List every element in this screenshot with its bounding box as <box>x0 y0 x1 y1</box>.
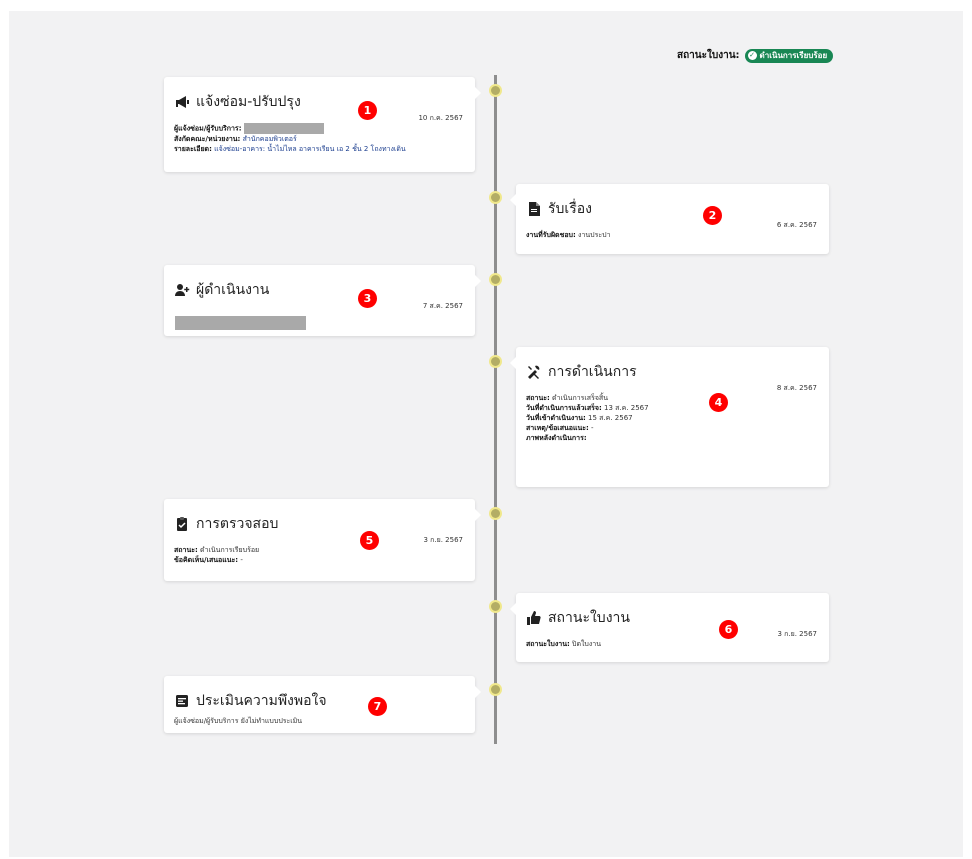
megaphone-icon <box>176 96 189 108</box>
card-operation-title-text: การดำเนินการ <box>548 364 637 380</box>
card-operator-title: ผู้ดำเนินงาน <box>174 279 465 301</box>
card-jobstatus-date: 3 ก.ย. 2567 <box>777 630 817 638</box>
file-icon <box>529 202 540 216</box>
done-date-line: วันที่ดำเนินการแล้วเสร็จ: 13 ส.ค. 2567 <box>526 404 649 412</box>
marker-1: 1 <box>358 101 377 120</box>
card-inspect-date: 3 ก.ย. 2567 <box>423 536 463 544</box>
photo-line: ภาพหลังดำเนินการ: <box>526 434 587 442</box>
inspect-comment-line: ข้อคิดเห็น/เสนอแนะ: - <box>174 556 243 564</box>
check-circle-icon: ✓ <box>747 51 757 60</box>
marker-7: 7 <box>368 697 387 716</box>
dept-line: สังกัดคณะ/หน่วยงาน: สำนักคอมพิวเตอร์ <box>174 135 297 143</box>
marker-3: 3 <box>358 289 377 308</box>
redacted-operator <box>175 316 306 330</box>
responsible-line: งานที่รับผิดชอบ: งานประปา <box>526 231 611 239</box>
thumbs-up-icon <box>527 611 541 625</box>
card-operator-date: 7 ส.ค. 2567 <box>422 302 463 310</box>
timeline-dot-5 <box>489 507 502 520</box>
card-jobstatus-title: สถานะใบงาน <box>526 607 819 629</box>
card-jobstatus-title-text: สถานะใบงาน <box>548 610 630 626</box>
card-inspect: การตรวจสอบ 3 ก.ย. 2567 สถานะ: ดำเนินการเ… <box>164 499 481 581</box>
card-report-date: 10 ก.ค. 2567 <box>418 114 463 122</box>
card-satisfaction-title-text: ประเมินความพึงพอใจ <box>196 693 327 709</box>
card-inspect-title: การตรวจสอบ <box>174 513 465 535</box>
marker-6: 6 <box>719 620 738 639</box>
jobstatus-line: สถานะใบงาน: ปิดใบงาน <box>526 640 601 648</box>
card-satisfaction-title: ประเมินความพึงพอใจ <box>174 690 465 712</box>
card-receive-title-text: รับเรื่อง <box>548 201 592 217</box>
card-operation-date: 8 ส.ค. 2567 <box>776 384 817 392</box>
clipboard-check-icon <box>177 517 187 531</box>
card-inspect-title-text: การตรวจสอบ <box>196 516 279 532</box>
status-badge: ✓ ดำเนินการเรียบร้อย <box>744 48 834 63</box>
marker-2: 2 <box>703 206 722 225</box>
timeline-line <box>494 75 497 744</box>
job-status-label: สถานะใบงาน: <box>677 50 740 61</box>
timeline-dot-2 <box>489 191 502 204</box>
marker-5: 5 <box>360 531 379 550</box>
card-operator-title-text: ผู้ดำเนินงาน <box>196 282 270 298</box>
job-status-header: สถานะใบงาน: ✓ ดำเนินการเรียบร้อย <box>677 48 834 63</box>
timeline-dot-7 <box>489 683 502 696</box>
card-operation: การดำเนินการ 8 ส.ค. 2567 สถานะ: ดำเนินกา… <box>510 347 829 487</box>
card-jobstatus: สถานะใบงาน 3 ก.ย. 2567 สถานะใบงาน: ปิดใบ… <box>510 593 829 662</box>
operation-status-line: สถานะ: ดำเนินการเสร็จสิ้น <box>526 394 608 402</box>
card-receive-date: 6 ส.ค. 2567 <box>776 221 817 229</box>
card-receive-title: รับเรื่อง <box>526 198 819 220</box>
card-report-title: แจ้งซ่อม-ปรับปรุง <box>174 91 465 113</box>
tools-icon <box>528 365 540 379</box>
timeline-dot-6 <box>489 600 502 613</box>
card-receive: รับเรื่อง 6 ส.ค. 2567 งานที่รับผิดชอบ: ง… <box>510 184 829 254</box>
detail-line: รายละเอียด: แจ้งซ่อม-อาคาร: น้ำไม่ไหล อา… <box>174 145 406 153</box>
redacted-name <box>243 123 324 134</box>
survey-icon <box>176 695 188 707</box>
card-operation-title: การดำเนินการ <box>526 361 819 383</box>
enter-date-line: วันที่เข้าดำเนินงาน: 15 ส.ค. 2567 <box>526 414 633 422</box>
card-satisfaction: ประเมินความพึงพอใจ ผู้แจ้งซ่อม/ผู้รับบริ… <box>164 676 481 733</box>
status-badge-text: ดำเนินการเรียบร้อย <box>759 51 828 60</box>
user-plus-icon <box>175 284 190 296</box>
requester-line: ผู้แจ้งซ่อม/ผู้รับบริการ: <box>174 123 465 134</box>
timeline-dot-3 <box>489 273 502 286</box>
card-report-title-text: แจ้งซ่อม-ปรับปรุง <box>196 94 301 110</box>
inspect-status-line: สถานะ: ดำเนินการเรียบร้อย <box>174 546 260 554</box>
card-operator: ผู้ดำเนินงาน 7 ส.ค. 2567 3 <box>164 265 481 336</box>
card-report: แจ้งซ่อม-ปรับปรุง 10 ก.ค. 2567 ผู้แจ้งซ่… <box>164 77 481 172</box>
timeline-dot-4 <box>489 355 502 368</box>
satisfaction-note: ผู้แจ้งซ่อม/ผู้รับบริการ ยังไม่ทำแบบประเ… <box>174 717 303 725</box>
cause-line: สาเหตุ/ข้อเสนอแนะ: - <box>526 424 594 432</box>
timeline-dot-1 <box>489 84 502 97</box>
marker-4: 4 <box>709 393 728 412</box>
